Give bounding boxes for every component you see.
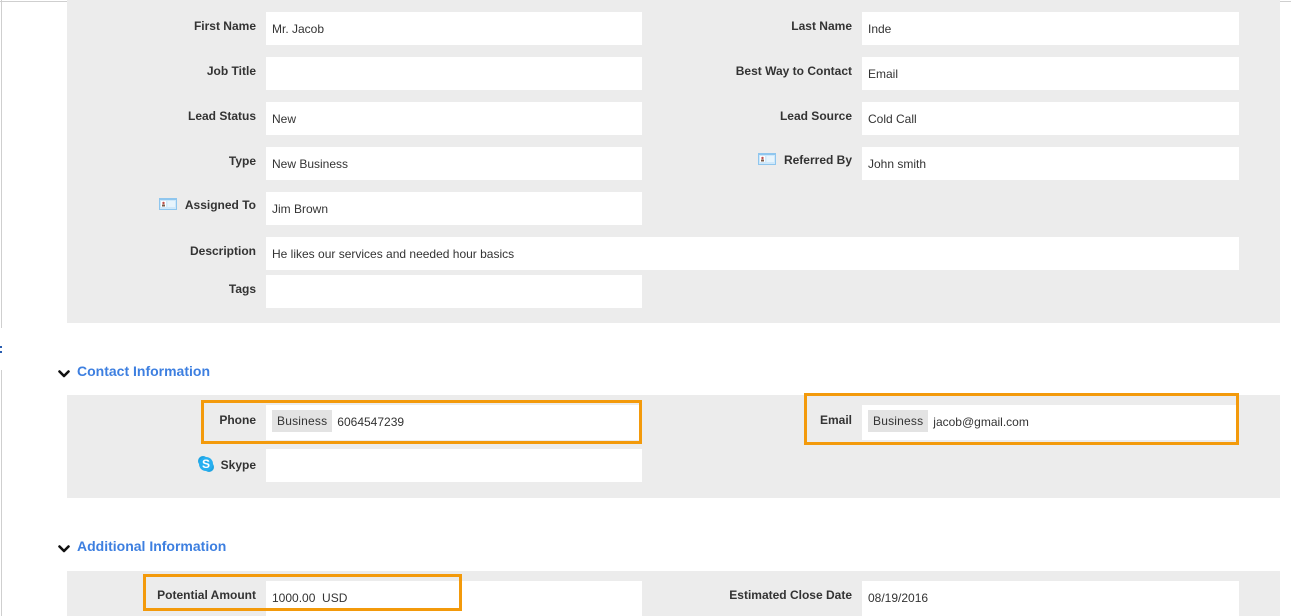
email-value: jacob@gmail.com bbox=[933, 415, 1029, 429]
best-way-to-contact-field[interactable]: Email bbox=[862, 57, 1239, 90]
skype-label-group: S Skype bbox=[197, 455, 256, 473]
type-field[interactable]: New Business bbox=[266, 147, 642, 180]
tags-label: Tags bbox=[228, 282, 256, 296]
estimated-close-date-field[interactable]: 08/19/2016 bbox=[862, 581, 1239, 616]
svg-text:S: S bbox=[202, 457, 210, 471]
lead-source-label: Lead Source bbox=[779, 109, 852, 123]
last-name-label: Last Name bbox=[791, 19, 852, 33]
additional-information-title: Additional Information bbox=[77, 538, 227, 554]
phone-label: Phone bbox=[219, 413, 256, 427]
potential-amount-field[interactable]: 1000.00 USD bbox=[266, 581, 642, 616]
best-way-to-contact-label: Best Way to Contact bbox=[735, 64, 852, 78]
email-label: Email bbox=[819, 413, 852, 427]
referred-by-label-group: Referred By bbox=[757, 153, 852, 167]
tags-field[interactable] bbox=[266, 275, 642, 308]
estimated-close-date-label: Estimated Close Date bbox=[729, 588, 852, 602]
contact-information-title: Contact Information bbox=[77, 363, 210, 379]
contact-card-icon[interactable] bbox=[158, 198, 177, 210]
phone-field[interactable]: Business 6064547239 bbox=[266, 405, 642, 440]
left-edge-marker bbox=[0, 346, 2, 356]
assigned-to-field[interactable]: Jim Brown bbox=[266, 192, 642, 225]
potential-amount-label: Potential Amount bbox=[157, 588, 256, 602]
page-left-border bbox=[1, 370, 2, 616]
first-name-label: First Name bbox=[193, 19, 256, 33]
type-label: Type bbox=[228, 154, 256, 168]
skype-label: Skype bbox=[220, 458, 256, 472]
first-name-field[interactable]: Mr. Jacob bbox=[266, 12, 642, 45]
chevron-down-icon[interactable] bbox=[58, 542, 70, 554]
lead-source-field[interactable]: Cold Call bbox=[862, 102, 1239, 135]
page-left-border bbox=[1, 0, 2, 328]
additional-information-header[interactable]: Additional Information bbox=[58, 538, 226, 554]
email-field[interactable]: Business jacob@gmail.com bbox=[862, 405, 1239, 440]
assigned-to-label: Assigned To bbox=[184, 198, 256, 212]
assigned-to-label-group: Assigned To bbox=[158, 198, 256, 212]
phone-value: 6064547239 bbox=[337, 415, 405, 429]
contact-information-header[interactable]: Contact Information bbox=[58, 363, 210, 379]
job-title-field[interactable] bbox=[266, 57, 642, 90]
lead-status-label: Lead Status bbox=[187, 109, 256, 123]
description-label: Description bbox=[189, 244, 256, 258]
referred-by-field[interactable]: John smith bbox=[862, 147, 1239, 180]
skype-icon: S bbox=[197, 455, 215, 473]
skype-field[interactable] bbox=[266, 449, 642, 482]
job-title-label: Job Title bbox=[206, 64, 256, 78]
referred-by-label: Referred By bbox=[783, 153, 852, 167]
contact-card-icon[interactable] bbox=[757, 153, 776, 165]
email-type-chip[interactable]: Business bbox=[868, 410, 929, 432]
lead-status-field[interactable]: New bbox=[266, 102, 642, 135]
phone-type-chip[interactable]: Business bbox=[272, 410, 333, 432]
description-field[interactable]: He likes our services and needed hour ba… bbox=[266, 237, 1239, 270]
chevron-down-icon[interactable] bbox=[58, 367, 70, 379]
last-name-field[interactable]: Inde bbox=[862, 12, 1239, 45]
